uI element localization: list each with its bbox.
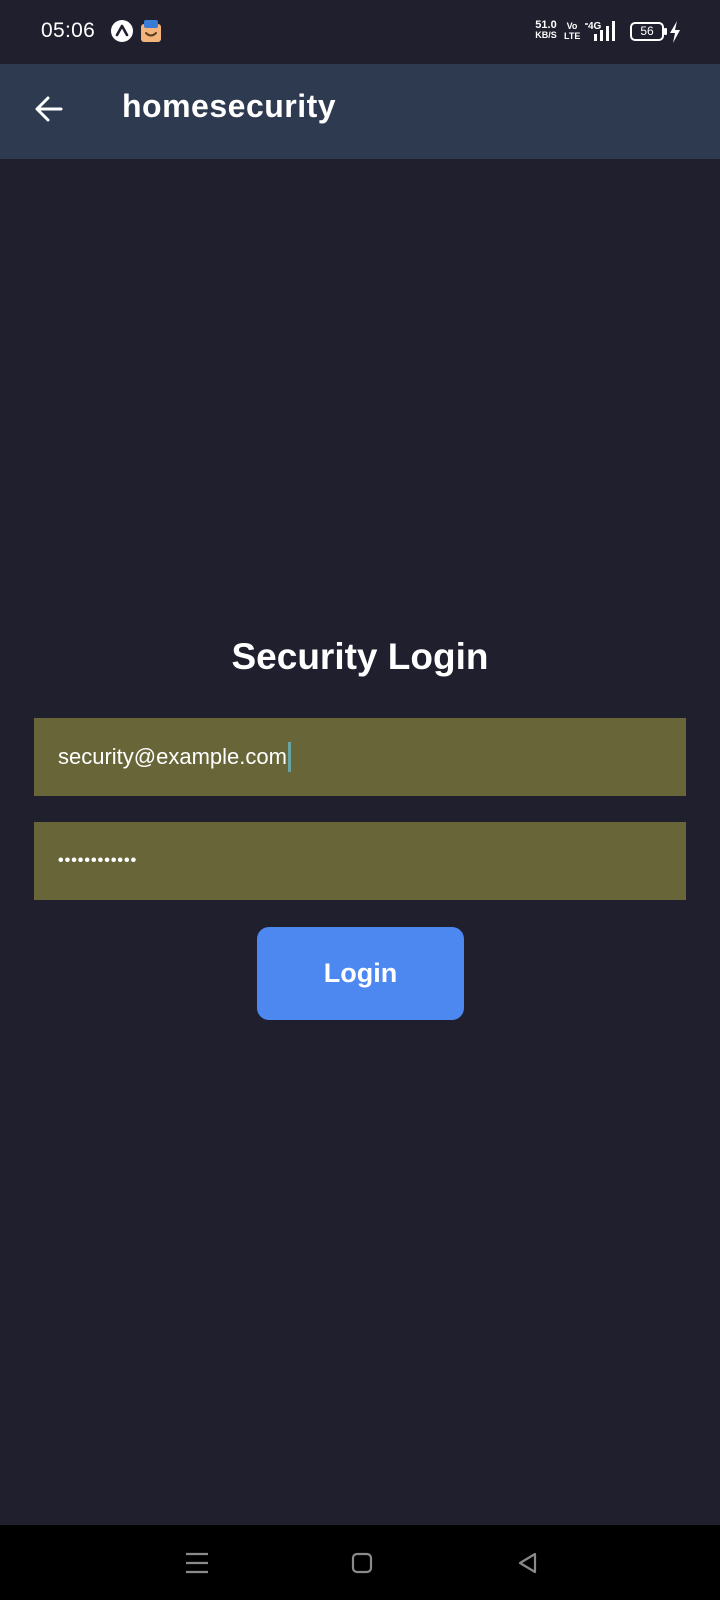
network-speed: 51.0 KB/S bbox=[531, 19, 561, 41]
network-speed-value: 51.0 bbox=[535, 19, 557, 31]
status-bar: 05:06 51.0 KB/S Vo LTE 4G 56 bbox=[0, 0, 720, 64]
menu-icon[interactable] bbox=[180, 1546, 214, 1580]
network-speed-unit: KB/S bbox=[535, 30, 557, 40]
app-title: homesecurity bbox=[122, 88, 337, 124]
app-bar: homesecurity bbox=[0, 64, 720, 159]
password-field-value: •••••••••••• bbox=[58, 852, 138, 869]
back-button[interactable] bbox=[28, 90, 70, 132]
text-cursor bbox=[287, 742, 291, 772]
network-type-label: 4G bbox=[588, 21, 602, 32]
arrow-left-icon bbox=[34, 95, 64, 128]
login-button[interactable]: Login bbox=[257, 927, 464, 1020]
system-nav-bar bbox=[0, 1525, 720, 1600]
email-field-value: security@example.com bbox=[58, 744, 287, 769]
login-heading: Security Login bbox=[231, 636, 489, 677]
volte-label: Vo bbox=[566, 21, 578, 31]
shopping-bag-icon bbox=[140, 19, 162, 43]
volte-indicator: Vo LTE bbox=[564, 21, 580, 41]
app-notification-icon bbox=[111, 20, 133, 42]
password-field[interactable]: •••••••••••• bbox=[34, 822, 686, 900]
signal-strength-icon: 4G bbox=[584, 18, 624, 44]
lte-label: LTE bbox=[564, 31, 581, 41]
login-screen: 05:06 51.0 KB/S Vo LTE 4G 56 homesecurit… bbox=[0, 0, 720, 1600]
status-time: 05:06 bbox=[41, 19, 96, 42]
email-field[interactable]: security@example.com bbox=[34, 718, 686, 796]
charging-bolt-icon bbox=[668, 20, 682, 44]
back-triangle-icon[interactable] bbox=[511, 1546, 545, 1580]
battery-icon: 56 bbox=[630, 22, 667, 41]
home-icon[interactable] bbox=[345, 1546, 379, 1580]
